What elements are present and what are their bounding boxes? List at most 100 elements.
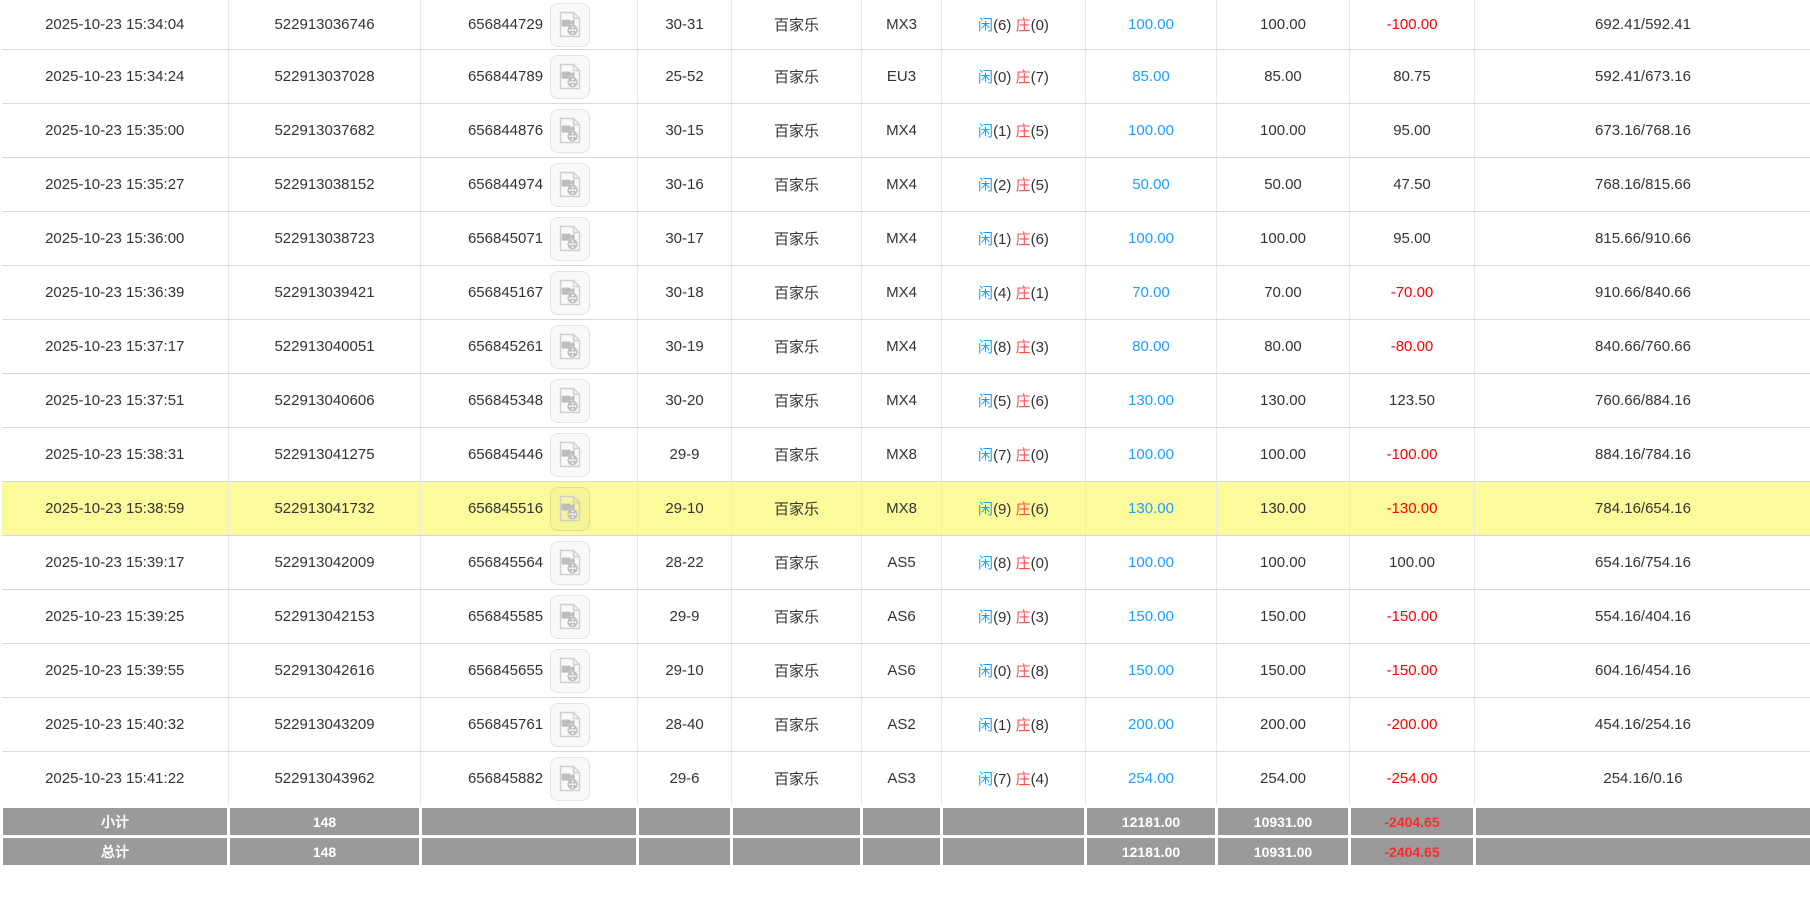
bet-amount-link[interactable]: 50.00: [1132, 176, 1170, 193]
cell-result: 闲(8) 庄(3): [942, 320, 1086, 374]
cell-game-type: 百家乐: [732, 0, 862, 50]
video-replay-button[interactable]: [550, 163, 590, 207]
video-replay-icon: [558, 11, 582, 38]
banker-label: 庄: [1016, 285, 1031, 302]
player-label: 闲: [978, 285, 993, 302]
video-replay-button[interactable]: [550, 595, 590, 639]
table-row[interactable]: 2025-10-23 15:39:17 522913042009 6568455…: [2, 536, 1810, 590]
video-replay-icon: [558, 333, 582, 360]
cell-balance: 910.66/840.66: [1475, 266, 1810, 320]
cell-bet-time: 2025-10-23 15:38:31: [2, 428, 229, 482]
bet-amount-link[interactable]: 100.00: [1128, 16, 1174, 33]
table-row[interactable]: 2025-10-23 15:35:27 522913038152 6568449…: [2, 158, 1810, 212]
game-no-text: 656845516: [468, 500, 543, 517]
bet-amount-link[interactable]: 150.00: [1128, 662, 1174, 679]
bet-amount-link[interactable]: 130.00: [1128, 392, 1174, 409]
player-count: (8): [993, 339, 1011, 356]
bet-amount-link[interactable]: 70.00: [1132, 284, 1170, 301]
cell-bet-amount: 130.00: [1086, 374, 1217, 428]
video-replay-icon: [558, 63, 582, 90]
cell-bet-amount: 70.00: [1086, 266, 1217, 320]
table-row[interactable]: 2025-10-23 15:34:04 522913036746 6568447…: [2, 0, 1810, 50]
cell-bet-id: 522913040606: [229, 374, 421, 428]
cell-winloss: -200.00: [1350, 698, 1475, 752]
player-label: 闲: [978, 177, 993, 194]
cell-bet-id: 522913037682: [229, 104, 421, 158]
banker-count: (0): [1031, 17, 1049, 34]
bet-records-page: 2025-10-23 15:34:04 522913036746 6568447…: [0, 0, 1810, 868]
video-replay-button[interactable]: [550, 703, 590, 747]
table-row[interactable]: 2025-10-23 15:38:31 522913041275 6568454…: [2, 428, 1810, 482]
video-replay-button[interactable]: [550, 757, 590, 801]
video-replay-button[interactable]: [550, 433, 590, 477]
cell-balance: 692.41/592.41: [1475, 0, 1810, 50]
cell-bet-amount: 130.00: [1086, 482, 1217, 536]
bet-amount-link[interactable]: 200.00: [1128, 716, 1174, 733]
video-replay-icon: [558, 441, 582, 468]
cell-valid-amount: 200.00: [1217, 698, 1350, 752]
cell-winloss: 80.75: [1350, 50, 1475, 104]
player-label: 闲: [978, 555, 993, 572]
bet-amount-link[interactable]: 100.00: [1128, 446, 1174, 463]
bet-amount-link[interactable]: 100.00: [1128, 230, 1174, 247]
video-replay-button[interactable]: [550, 217, 590, 261]
cell-game-type: 百家乐: [732, 212, 862, 266]
cell-winloss: 100.00: [1350, 536, 1475, 590]
cell-game-no: 656844729: [421, 0, 638, 50]
cell-game-type: 百家乐: [732, 374, 862, 428]
table-row[interactable]: 2025-10-23 15:37:17 522913040051 6568452…: [2, 320, 1810, 374]
player-count: (6): [993, 17, 1011, 34]
summary-label: 小计: [2, 807, 229, 837]
video-replay-button[interactable]: [550, 649, 590, 693]
player-label: 闲: [978, 663, 993, 680]
video-replay-button[interactable]: [550, 325, 590, 369]
table-row[interactable]: 2025-10-23 15:40:32 522913043209 6568457…: [2, 698, 1810, 752]
video-replay-button[interactable]: [550, 109, 590, 153]
cell-bet-id: 522913043209: [229, 698, 421, 752]
cell-bet-id: 522913038152: [229, 158, 421, 212]
banker-label: 庄: [1016, 393, 1031, 410]
table-row[interactable]: 2025-10-23 15:41:22 522913043962 6568458…: [2, 752, 1810, 807]
video-replay-button[interactable]: [550, 55, 590, 99]
cell-balance: 815.66/910.66: [1475, 212, 1810, 266]
bet-amount-link[interactable]: 100.00: [1128, 122, 1174, 139]
bet-amount-link[interactable]: 85.00: [1132, 68, 1170, 85]
cell-winloss: -100.00: [1350, 428, 1475, 482]
video-replay-button[interactable]: [550, 271, 590, 315]
banker-label: 庄: [1016, 555, 1031, 572]
player-count: (9): [993, 501, 1011, 518]
video-replay-button[interactable]: [550, 541, 590, 585]
summary-label: 总计: [2, 837, 229, 867]
cell-balance: 673.16/768.16: [1475, 104, 1810, 158]
video-replay-button[interactable]: [550, 3, 590, 47]
video-replay-button[interactable]: [550, 379, 590, 423]
player-count: (7): [993, 447, 1011, 464]
bet-amount-link[interactable]: 254.00: [1128, 770, 1174, 787]
cell-table-code: MX8: [862, 428, 942, 482]
cell-table-code: AS6: [862, 644, 942, 698]
table-row[interactable]: 2025-10-23 15:36:39 522913039421 6568451…: [2, 266, 1810, 320]
table-row[interactable]: 2025-10-23 15:36:00 522913038723 6568450…: [2, 212, 1810, 266]
cell-game-no: 656844974: [421, 158, 638, 212]
table-row[interactable]: 2025-10-23 15:35:00 522913037682 6568448…: [2, 104, 1810, 158]
table-row[interactable]: 2025-10-23 15:37:51 522913040606 6568453…: [2, 374, 1810, 428]
video-replay-button[interactable]: [550, 487, 590, 531]
cell-table-code: MX4: [862, 104, 942, 158]
banker-label: 庄: [1016, 717, 1031, 734]
bet-amount-link[interactable]: 150.00: [1128, 608, 1174, 625]
cell-game-no: 656845348: [421, 374, 638, 428]
banker-label: 庄: [1016, 123, 1031, 140]
table-row[interactable]: 2025-10-23 15:39:25 522913042153 6568455…: [2, 590, 1810, 644]
banker-label: 庄: [1016, 231, 1031, 248]
bet-amount-link[interactable]: 80.00: [1132, 338, 1170, 355]
bet-amount-link[interactable]: 100.00: [1128, 554, 1174, 571]
bet-amount-link[interactable]: 130.00: [1128, 500, 1174, 517]
cell-bet-time: 2025-10-23 15:35:00: [2, 104, 229, 158]
summary-valid-total: 10931.00: [1217, 807, 1350, 837]
table-row[interactable]: 2025-10-23 15:38:59 522913041732 6568455…: [2, 482, 1810, 536]
table-row[interactable]: 2025-10-23 15:34:24 522913037028 6568447…: [2, 50, 1810, 104]
cell-table-code: MX4: [862, 374, 942, 428]
table-row[interactable]: 2025-10-23 15:39:55 522913042616 6568456…: [2, 644, 1810, 698]
cell-balance: 592.41/673.16: [1475, 50, 1810, 104]
video-replay-icon: [558, 495, 582, 522]
